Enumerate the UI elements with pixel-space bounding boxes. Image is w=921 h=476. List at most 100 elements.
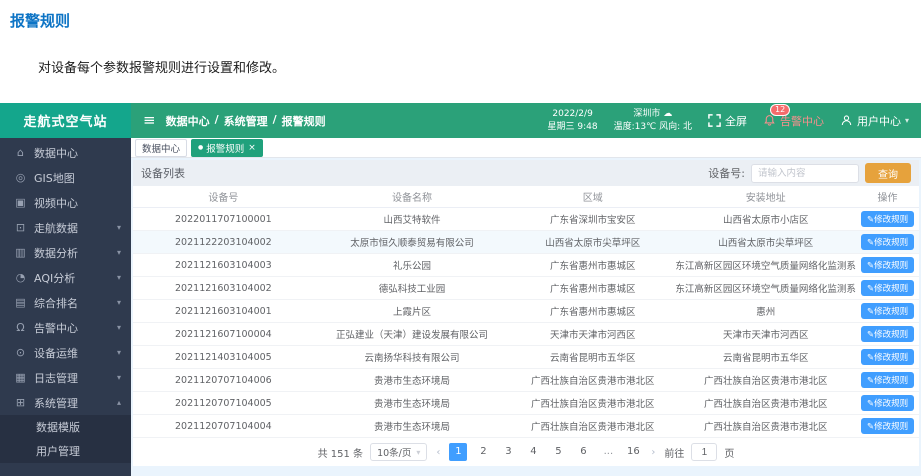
- chevron-down-icon: ▾: [117, 323, 121, 332]
- cell-device-no: 2021120707104006: [133, 375, 314, 386]
- page-number-6[interactable]: 6: [574, 443, 592, 461]
- tab-alarm-rules[interactable]: ● 报警规则 ×: [191, 139, 263, 157]
- cell-device-name: 上霞片区: [314, 304, 511, 318]
- sidebar-subitem-data-template[interactable]: 数据模版: [0, 415, 131, 439]
- fullscreen-button[interactable]: 全屏: [708, 113, 747, 129]
- log-file-icon: ▦: [14, 371, 27, 384]
- fullscreen-icon: [708, 114, 721, 127]
- sidebar-item-log-mgmt[interactable]: ▦ 日志管理 ▾: [0, 365, 131, 390]
- date-text: 2022/2/9: [548, 108, 598, 121]
- sidebar-item-label: 日志管理: [34, 370, 78, 386]
- page-jump-input[interactable]: [691, 443, 717, 461]
- prev-page-button[interactable]: ‹: [434, 447, 442, 458]
- query-button[interactable]: 查询: [865, 163, 911, 183]
- sidebar-item-mobile-data[interactable]: ⊡ 走航数据 ▾: [0, 215, 131, 240]
- device-list-panel: 设备列表 设备号: 查询 设备号 设备名称 区域 安装地址 操作: [133, 160, 919, 466]
- cell-device-name: 礼乐公园: [314, 258, 511, 272]
- tab-data-center[interactable]: 数据中心: [135, 139, 187, 157]
- sidebar-item-device-ops[interactable]: ⊙ 设备运维 ▾: [0, 340, 131, 365]
- cell-address: 广西壮族自治区贵港市港北区: [675, 419, 856, 433]
- page-number-16[interactable]: 16: [624, 443, 642, 461]
- tab-label: 数据中心: [142, 141, 180, 155]
- page-number-1[interactable]: 1: [449, 443, 467, 461]
- edit-icon: ✎: [867, 421, 874, 431]
- cell-device-name: 山西艾特软件: [314, 212, 511, 226]
- page-number-2[interactable]: 2: [474, 443, 492, 461]
- table-row: 2021122203104002 太原市恒久顺泰贸易有限公司 山西省太原市尖草坪…: [133, 231, 919, 254]
- chevron-down-icon: ▾: [117, 223, 121, 232]
- alarm-center-button[interactable]: 12 告警中心: [763, 113, 824, 129]
- sidebar-subitem-user-mgmt[interactable]: 用户管理: [0, 439, 131, 463]
- table-row: 2021121603104003 礼乐公园 广东省惠州市惠城区 东江高新区园区环…: [133, 254, 919, 277]
- video-icon: ▣: [14, 196, 27, 209]
- page-number-4[interactable]: 4: [524, 443, 542, 461]
- cell-region: 天津市天津市河西区: [510, 327, 675, 341]
- chevron-down-icon: ▾: [117, 348, 121, 357]
- bell-icon: [763, 114, 776, 127]
- weather-text: 温度:13℃ 风向: 北: [614, 121, 692, 134]
- page-description: 对设备每个参数报警规则进行设置和修改。: [38, 57, 285, 76]
- cell-device-no: 2021121603104002: [133, 283, 314, 294]
- breadcrumb-item-data-center[interactable]: 数据中心: [166, 113, 210, 129]
- menu-collapse-icon[interactable]: ≡: [143, 113, 156, 128]
- cell-device-no: 2021121607100004: [133, 329, 314, 340]
- sidebar-item-system-mgmt[interactable]: ⊞ 系统管理 ▴: [0, 390, 131, 415]
- panel-title: 设备列表: [141, 165, 185, 181]
- tab-bar: 数据中心 ● 报警规则 ×: [131, 138, 921, 158]
- chevron-down-icon: ▾: [416, 448, 420, 457]
- modify-rules-button[interactable]: ✎修改规则: [861, 418, 914, 434]
- sidebar-item-label: 系统管理: [34, 395, 78, 411]
- modify-rules-button[interactable]: ✎修改规则: [861, 372, 914, 388]
- breadcrumb: 数据中心 / 系统管理 / 报警规则: [166, 113, 326, 129]
- page-size-select[interactable]: 10条/页 ▾: [370, 443, 427, 461]
- close-icon[interactable]: ×: [248, 143, 256, 153]
- modify-rules-button[interactable]: ✎修改规则: [861, 211, 914, 227]
- edit-icon: ✎: [867, 375, 874, 385]
- fullscreen-label: 全屏: [725, 113, 747, 129]
- modify-rules-button[interactable]: ✎修改规则: [861, 349, 914, 365]
- cell-address: 广西壮族自治区贵港市港北区: [675, 373, 856, 387]
- breadcrumb-item-system-mgmt[interactable]: 系统管理: [224, 113, 268, 129]
- breadcrumb-separator: /: [215, 113, 219, 129]
- sidebar-item-video-center[interactable]: ▣ 视频中心: [0, 190, 131, 215]
- monitor-icon: ⊞: [14, 396, 27, 409]
- user-center-button[interactable]: 用户中心 ▾: [840, 113, 909, 129]
- table-row: 2021121607100004 正弘建业（天津）建设发展有限公司 天津市天津市…: [133, 323, 919, 346]
- modify-rules-button[interactable]: ✎修改规则: [861, 395, 914, 411]
- column-header-action: 操作: [856, 189, 919, 204]
- sidebar-item-label: AQI分析: [34, 270, 75, 286]
- page-ellipsis[interactable]: ...: [599, 443, 617, 461]
- next-page-button[interactable]: ›: [649, 447, 657, 458]
- page-number-5[interactable]: 5: [549, 443, 567, 461]
- cell-region: 广东省深圳市宝安区: [510, 212, 675, 226]
- sidebar-item-gis-map[interactable]: ◎ GIS地图: [0, 165, 131, 190]
- page-number-3[interactable]: 3: [499, 443, 517, 461]
- modify-rules-button[interactable]: ✎修改规则: [861, 257, 914, 273]
- breadcrumb-item-alarm-rules[interactable]: 报警规则: [282, 113, 326, 129]
- table-row: 2021120707104006 贵港市生态环境局 广西壮族自治区贵港市港北区 …: [133, 369, 919, 392]
- aqi-gauge-icon: ◔: [14, 271, 27, 284]
- sidebar-item-aqi-analysis[interactable]: ◔ AQI分析 ▾: [0, 265, 131, 290]
- user-icon: [840, 114, 853, 127]
- table-row: 2021120707104004 贵港市生态环境局 广西壮族自治区贵港市港北区 …: [133, 415, 919, 438]
- modify-rules-button[interactable]: ✎修改规则: [861, 303, 914, 319]
- sidebar-item-data-analysis[interactable]: ▥ 数据分析 ▾: [0, 240, 131, 265]
- sidebar-item-alarm-center[interactable]: Ω 告警中心 ▾: [0, 315, 131, 340]
- modify-rules-button[interactable]: ✎修改规则: [861, 280, 914, 296]
- modify-rules-button[interactable]: ✎修改规则: [861, 326, 914, 342]
- edit-icon: ✎: [867, 214, 874, 224]
- search-bar: 设备号: 查询: [708, 163, 911, 183]
- edit-icon: ✎: [867, 329, 874, 339]
- total-count: 共 151 条: [318, 445, 363, 460]
- cell-device-no: 2021122203104002: [133, 237, 314, 248]
- sidebar-item-label: 视频中心: [34, 195, 78, 211]
- sidebar-item-ranking[interactable]: ▤ 综合排名 ▾: [0, 290, 131, 315]
- device-no-input[interactable]: [751, 164, 859, 183]
- cell-address: 惠州: [675, 304, 856, 318]
- cell-address: 东江高新区园区环境空气质量网络化监测系统: [675, 281, 856, 295]
- sidebar-item-data-center[interactable]: ⌂ 数据中心: [0, 140, 131, 165]
- modify-rules-button[interactable]: ✎修改规则: [861, 234, 914, 250]
- mobile-data-icon: ⊡: [14, 221, 27, 234]
- table-header-row: 设备号 设备名称 区域 安装地址 操作: [133, 186, 919, 208]
- table-body: 2022011707100001 山西艾特软件 广东省深圳市宝安区 山西省太原市…: [133, 208, 919, 438]
